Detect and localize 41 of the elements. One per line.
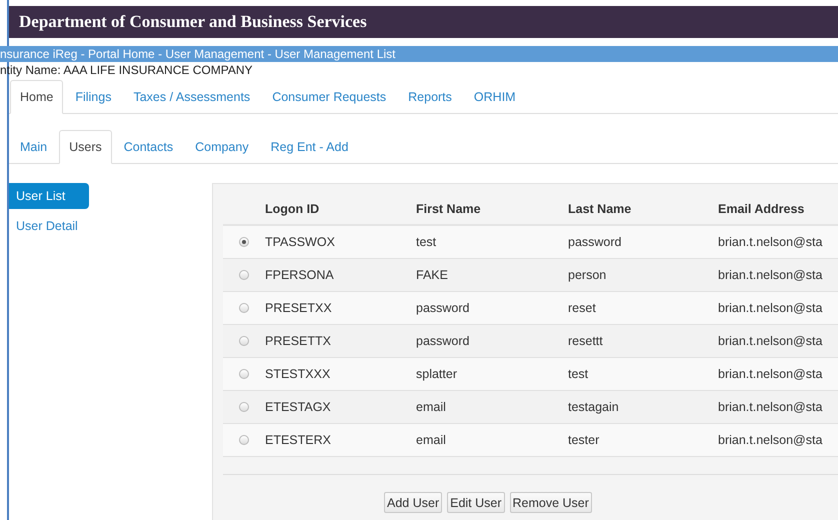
table-cell: test <box>568 358 718 391</box>
table-cell: tester <box>568 424 718 457</box>
sidebar-item[interactable]: User Detail <box>9 213 89 239</box>
tab[interactable]: Users <box>59 130 112 164</box>
breadcrumb-bar: nsurance iReg - Portal Home - User Management - User Management List <box>0 46 838 62</box>
table-cell: TPASSWOX <box>265 226 416 259</box>
tab[interactable]: Filings <box>65 80 122 113</box>
table-cell: password <box>568 226 718 259</box>
row-radio[interactable] <box>239 237 249 247</box>
table-cell: brian.t.nelson@sta <box>718 358 838 391</box>
table-cell: PRESETXX <box>265 292 416 325</box>
page-title: Department of Consumer and Business Services <box>9 6 838 38</box>
row-radio[interactable] <box>239 270 249 280</box>
row-radio[interactable] <box>239 369 249 379</box>
table-cell: password <box>416 292 568 325</box>
table-cell: brian.t.nelson@sta <box>718 424 838 457</box>
tab[interactable]: Contacts <box>114 130 184 163</box>
table-cell: email <box>416 424 568 457</box>
tab[interactable]: Reports <box>398 80 462 113</box>
tab[interactable]: Home <box>10 80 64 114</box>
row-radio[interactable] <box>239 303 249 313</box>
tab[interactable]: Main <box>10 130 58 163</box>
sidebar-item[interactable]: User List <box>9 183 89 209</box>
action-button[interactable]: Edit User <box>447 492 505 513</box>
table-cell: splatter <box>416 358 568 391</box>
tab[interactable]: Taxes / Assessments <box>123 80 260 113</box>
tab[interactable]: Company <box>185 130 259 163</box>
table-cell: brian.t.nelson@sta <box>718 226 838 259</box>
row-radio[interactable] <box>239 435 249 445</box>
tab[interactable]: Reg Ent - Add <box>260 130 358 163</box>
action-button[interactable]: Remove User <box>510 492 592 513</box>
row-radio[interactable] <box>239 402 249 412</box>
table-cell: brian.t.nelson@sta <box>718 292 838 325</box>
table-cell: STESTXXX <box>265 358 416 391</box>
table-cell: ETESTERX <box>265 424 416 457</box>
tab[interactable]: ORHIM <box>464 80 526 113</box>
table-cell: reset <box>568 292 718 325</box>
row-radio[interactable] <box>239 336 249 346</box>
action-button[interactable]: Add User <box>384 492 442 513</box>
tab[interactable]: Consumer Requests <box>262 80 396 113</box>
table-cell: test <box>416 226 568 259</box>
